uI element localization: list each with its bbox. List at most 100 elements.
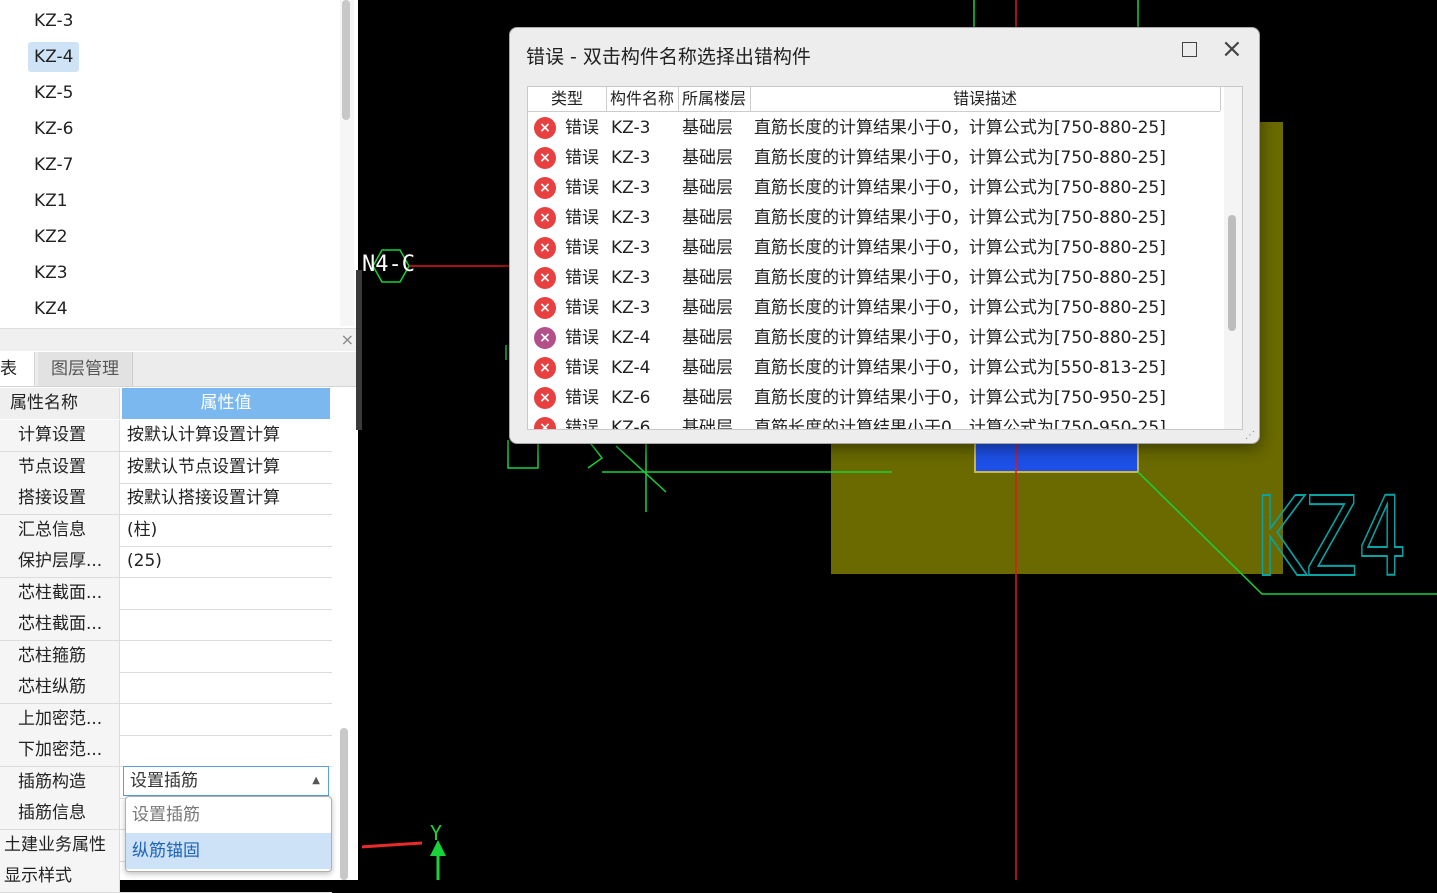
error-desc: 直筋长度的计算结果小于0，计算公式为[550-813-25] — [754, 358, 1166, 378]
property-value[interactable] — [122, 735, 330, 766]
error-row[interactable]: × 错误 KZ-3 基础层 直筋长度的计算结果小于0，计算公式为[750-880-25] — [528, 113, 1220, 143]
error-icon: × — [534, 117, 556, 139]
error-floor: 基础层 — [682, 148, 733, 168]
chevron-up-icon[interactable]: ▲ — [312, 767, 320, 795]
property-name: 插筋构造 — [0, 766, 120, 798]
property-row[interactable]: 芯柱纵筋 — [0, 672, 332, 704]
component-list-item[interactable]: KZ2 — [28, 222, 74, 252]
error-type: 错误 — [565, 388, 599, 408]
error-desc: 直筋长度的计算结果小于0，计算公式为[750-950-25] — [754, 388, 1166, 408]
error-icon: × — [534, 237, 556, 259]
property-name: 上加密范... — [0, 703, 120, 735]
error-type: 错误 — [565, 328, 599, 348]
error-row[interactable]: × 错误 KZ-3 基础层 直筋长度的计算结果小于0，计算公式为[750-880-25] — [528, 143, 1220, 173]
property-row[interactable]: 计算设置 按默认计算设置计算 — [0, 420, 332, 452]
property-name: 插筋信息 — [0, 798, 120, 829]
tab-attributes[interactable]: 表 — [0, 352, 35, 386]
error-floor: 基础层 — [682, 208, 733, 228]
y-axis-label: Y — [430, 821, 442, 845]
property-row[interactable]: 保护层厚... (25) — [0, 546, 332, 578]
error-row[interactable]: × 错误 KZ-3 基础层 直筋长度的计算结果小于0，计算公式为[750-880-25] — [528, 263, 1220, 293]
component-list-item[interactable]: KZ-7 — [28, 150, 79, 180]
property-row[interactable]: 下加密范... — [0, 735, 332, 767]
error-type: 错误 — [565, 118, 599, 138]
property-row[interactable]: 芯柱截面... — [0, 577, 332, 610]
error-desc: 直筋长度的计算结果小于0，计算公式为[750-880-25] — [754, 298, 1166, 318]
error-desc: 直筋长度的计算结果小于0，计算公式为[750-880-25] — [754, 148, 1166, 168]
rebar-construction-select[interactable]: 设置插筋 ▲ — [123, 766, 329, 796]
property-name: 搭接设置 — [0, 483, 120, 514]
error-floor: 基础层 — [682, 268, 733, 288]
property-value[interactable] — [122, 578, 330, 609]
component-list-item[interactable]: KZ-5 — [28, 78, 79, 108]
property-name: 计算设置 — [0, 420, 120, 451]
error-icon: × — [534, 417, 556, 429]
error-row[interactable]: × 错误 KZ-4 基础层 直筋长度的计算结果小于0，计算公式为[550-813-25] — [528, 353, 1220, 383]
property-row[interactable]: 芯柱箍筋 — [0, 640, 332, 673]
error-row[interactable]: × 错误 KZ-4 基础层 直筋长度的计算结果小于0，计算公式为[750-880-25] — [528, 323, 1220, 353]
error-table: 类型 构件名称 所属楼层 错误描述 × 错误 KZ-3 基础层 直筋长度的计算结果小于0… — [527, 86, 1243, 430]
component-list-item[interactable]: KZ-4 — [28, 42, 80, 72]
panel-splitter[interactable]: × — [0, 328, 358, 351]
property-row[interactable]: 搭接设置 按默认搭接设置计算 — [0, 483, 332, 515]
panel-tab-bar: 表 图层管理 — [0, 352, 358, 387]
property-value[interactable] — [122, 609, 330, 640]
error-icon: × — [534, 327, 556, 349]
dropdown-options: 设置插筋 纵筋锚固 — [125, 796, 332, 872]
property-value[interactable] — [122, 641, 330, 672]
component-list-item[interactable]: KZ-3 — [28, 6, 79, 36]
error-name: KZ-3 — [611, 268, 651, 288]
error-row[interactable]: × 错误 KZ-3 基础层 直筋长度的计算结果小于0，计算公式为[750-880-25] — [528, 203, 1220, 233]
error-floor: 基础层 — [682, 238, 733, 258]
error-row[interactable]: × 错误 KZ-3 基础层 直筋长度的计算结果小于0，计算公式为[750-880-25] — [528, 233, 1220, 263]
column-header-name[interactable]: 构件名称 — [606, 87, 679, 111]
error-name: KZ-3 — [611, 208, 651, 228]
property-value[interactable] — [122, 672, 330, 703]
property-row[interactable]: 芯柱截面... — [0, 609, 332, 641]
error-icon: × — [534, 267, 556, 289]
error-row[interactable]: × 错误 KZ-3 基础层 直筋长度的计算结果小于0，计算公式为[750-880-25] — [528, 293, 1220, 323]
dropdown-option-anchor[interactable]: 纵筋锚固 — [126, 833, 331, 869]
component-list-item[interactable]: KZ3 — [28, 258, 74, 288]
error-row[interactable]: × 错误 KZ-6 基础层 直筋长度的计算结果小于0，计算公式为[750-950-25] — [528, 383, 1220, 413]
resize-grip-icon[interactable]: ⋰ — [1245, 430, 1255, 441]
error-floor: 基础层 — [682, 328, 733, 348]
property-value[interactable]: 按默认搭接设置计算 — [122, 483, 330, 514]
property-name: 显示样式 — [0, 861, 120, 892]
error-desc: 直筋长度的计算结果小于0，计算公式为[750-880-25] — [754, 178, 1166, 198]
error-desc: 直筋长度的计算结果小于0，计算公式为[750-880-25] — [754, 268, 1166, 288]
property-table-scroll-thumb[interactable] — [340, 728, 348, 880]
property-name: 芯柱纵筋 — [0, 672, 120, 703]
close-icon[interactable]: × — [1221, 36, 1243, 62]
error-type: 错误 — [565, 208, 599, 228]
green-line — [507, 440, 539, 469]
error-row[interactable]: × 错误 KZ-3 基础层 直筋长度的计算结果小于0，计算公式为[750-880-25] — [528, 173, 1220, 203]
error-floor: 基础层 — [682, 418, 733, 430]
property-value[interactable]: (25) — [122, 546, 330, 577]
maximize-icon[interactable] — [1182, 42, 1197, 57]
error-type: 错误 — [565, 178, 599, 198]
dropdown-option-set-rebar[interactable]: 设置插筋 — [126, 797, 331, 833]
error-floor: 基础层 — [682, 388, 733, 408]
error-icon: × — [534, 357, 556, 379]
error-row[interactable]: × 错误 KZ-6 基础层 直筋长度的计算结果小于0，计算公式为[750-950-25] — [528, 413, 1220, 430]
close-icon[interactable]: × — [341, 329, 354, 351]
property-row[interactable]: 上加密范... — [0, 703, 332, 736]
component-list-item[interactable]: KZ-6 — [28, 114, 79, 144]
tab-layer-management[interactable]: 图层管理 — [38, 352, 133, 386]
property-value[interactable]: 按默认计算设置计算 — [122, 420, 330, 451]
error-table-scroll-thumb[interactable] — [1228, 215, 1236, 331]
component-list-scroll-thumb[interactable] — [342, 0, 350, 120]
property-row[interactable]: 汇总信息 (柱) — [0, 514, 332, 547]
column-header-type[interactable]: 类型 — [528, 87, 607, 111]
column-header-desc[interactable]: 错误描述 — [750, 87, 1221, 111]
property-value[interactable]: (柱) — [122, 515, 330, 546]
component-list-item[interactable]: KZ4 — [28, 294, 74, 324]
error-desc: 直筋长度的计算结果小于0，计算公式为[750-950-25] — [754, 418, 1166, 430]
column-header-floor[interactable]: 所属楼层 — [678, 87, 751, 111]
axis-label: N4-C — [362, 252, 415, 277]
component-list-item[interactable]: KZ1 — [28, 186, 74, 216]
property-value[interactable]: 按默认节点设置计算 — [122, 452, 330, 483]
property-value[interactable] — [122, 704, 330, 735]
property-row[interactable]: 节点设置 按默认节点设置计算 — [0, 451, 332, 484]
